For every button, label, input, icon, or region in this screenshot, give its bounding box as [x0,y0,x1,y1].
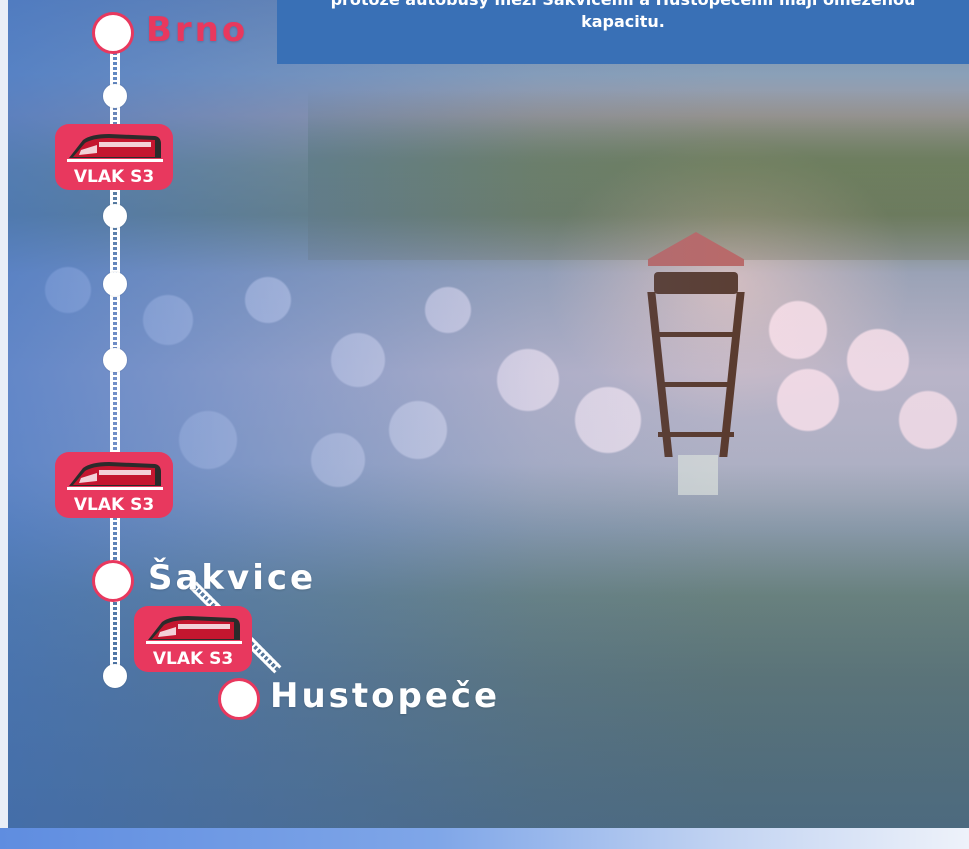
station-marker-sakvice [92,560,134,602]
station-label-sakvice: Šakvice [148,558,317,598]
stop-marker [103,348,127,372]
stop-marker [103,84,127,108]
train-label: VLAK S3 [73,495,155,515]
stop-marker [103,204,127,228]
train-icon [146,616,242,644]
train-icon [67,462,163,490]
train-badge: VLAK S3 [134,606,252,672]
train-badge: VLAK S3 [55,124,173,190]
train-label: VLAK S3 [73,167,155,187]
station-label-hustopece: Hustopeče [270,676,501,716]
train-icon [67,134,163,162]
info-box: protože autobusy mezi Šakvicemi a Hustop… [277,0,969,64]
stop-marker [103,664,127,688]
footer-bar [0,828,969,849]
train-badge: VLAK S3 [55,452,173,518]
station-label-brno: Brno [146,10,249,50]
stop-marker [103,272,127,296]
info-text-line-2: kapacitu. [581,12,665,31]
info-text-line-1: protože autobusy mezi Šakvicemi a Hustop… [277,0,969,11]
station-marker-hustopece [218,678,260,720]
train-label: VLAK S3 [152,649,234,669]
station-marker-brno [92,12,134,54]
